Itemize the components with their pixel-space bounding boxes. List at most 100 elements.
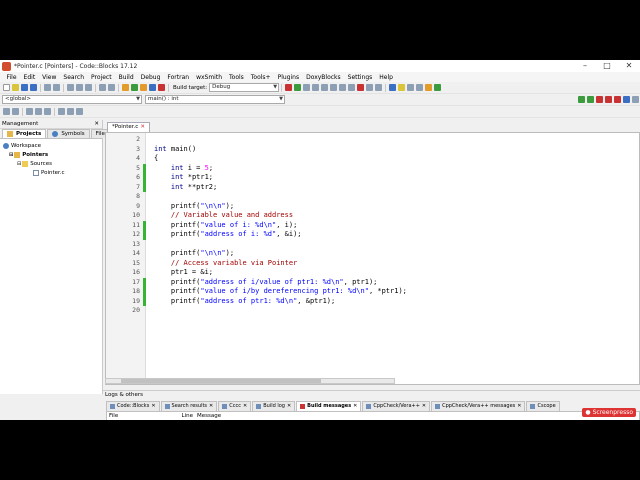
paste-icon[interactable] <box>85 84 92 91</box>
code-line[interactable]: 20 <box>106 306 639 316</box>
debug-continue-icon[interactable] <box>294 84 302 91</box>
bookmark-next-icon[interactable] <box>614 96 621 103</box>
tab-pointer-c[interactable]: *Pointer.c ✕ <box>107 122 150 132</box>
tab-codeblocks-log[interactable]: Code::Blocks ✕ <box>106 401 160 411</box>
menu-project[interactable]: Project <box>88 74 116 81</box>
code-line[interactable]: 14 printf("\n\n"); <box>106 249 639 259</box>
menu-tools[interactable]: Tools <box>226 74 248 81</box>
redo-icon[interactable] <box>53 84 60 91</box>
menu-settings[interactable]: Settings <box>344 74 376 81</box>
tab-cccc[interactable]: Cccc ✕ <box>218 401 252 411</box>
jump-back-icon[interactable] <box>578 96 585 103</box>
doxywizard-icon[interactable] <box>416 84 424 91</box>
menu-debug[interactable]: Debug <box>137 74 164 81</box>
code-line[interactable]: 7 int **ptr2; <box>106 182 639 192</box>
close-tab-icon[interactable]: ✕ <box>151 402 155 411</box>
find-icon[interactable] <box>99 84 106 91</box>
code-line[interactable]: 5 int i = 5; <box>106 163 639 173</box>
highlight-icon[interactable] <box>76 108 83 115</box>
column-line[interactable]: Line <box>171 412 195 420</box>
menu-wxsmith[interactable]: wxSmith <box>193 74 226 81</box>
copy-icon[interactable] <box>76 84 83 91</box>
column-message[interactable]: Message <box>195 412 639 420</box>
box-comment-icon[interactable] <box>67 108 74 115</box>
new-file-icon[interactable] <box>3 84 10 91</box>
close-tab-icon[interactable]: ✕ <box>243 402 247 411</box>
bookmark-prev-icon[interactable] <box>605 96 612 103</box>
code-line[interactable]: 15 // Access variable via Pointer <box>106 259 639 269</box>
replace-icon[interactable] <box>108 84 115 91</box>
run-icon[interactable] <box>131 84 138 91</box>
build-and-run-icon[interactable] <box>140 84 147 91</box>
close-tab-icon[interactable]: ✕ <box>140 123 145 132</box>
tab-projects[interactable]: Projects <box>2 129 47 138</box>
wxsmith-icon[interactable] <box>389 84 397 91</box>
comment-icon[interactable] <box>26 108 33 115</box>
code-line[interactable]: 9 printf("\n\n"); <box>106 202 639 212</box>
tab-cppcheck-messages[interactable]: CppCheck/Vera++ messages ✕ <box>431 401 526 411</box>
menu-doxyblocks[interactable]: DoxyBlocks <box>303 74 345 81</box>
next-line-icon[interactable] <box>312 84 320 91</box>
stream-comment-icon[interactable] <box>58 108 65 115</box>
menu-file[interactable]: File <box>3 74 20 81</box>
menu-tools-plus[interactable]: Tools+ <box>247 74 274 81</box>
regex-icon[interactable] <box>12 108 19 115</box>
tab-symbols[interactable]: Symbols <box>47 129 90 138</box>
doxyblocks-icon[interactable] <box>398 84 406 91</box>
function-select[interactable]: main() : int ▼ <box>145 95 285 104</box>
tab-build-messages[interactable]: Build messages ✕ <box>296 401 362 411</box>
collapse-icon[interactable]: ⊟ <box>17 161 21 167</box>
html-doc-icon[interactable] <box>425 84 433 91</box>
open-folder-icon[interactable] <box>12 84 19 91</box>
save-icon[interactable] <box>21 84 28 91</box>
tree-item-pointer-c[interactable]: Pointer.c <box>0 168 102 177</box>
menu-search[interactable]: Search <box>60 74 88 81</box>
cut-icon[interactable] <box>67 84 74 91</box>
column-file[interactable]: File <box>107 412 171 420</box>
code-line[interactable]: 13 <box>106 240 639 250</box>
tree-item-sources[interactable]: ⊟ Sources <box>0 159 102 168</box>
maximize-button[interactable]: □ <box>596 60 618 72</box>
code-line[interactable]: 11 printf("value of i: %d\n", i); <box>106 220 639 230</box>
tab-build-log[interactable]: Build log ✕ <box>252 401 296 411</box>
tab-cscope[interactable]: Cscope <box>526 401 560 411</box>
chm-doc-icon[interactable] <box>434 84 442 91</box>
stop-debugger-icon[interactable] <box>357 84 365 91</box>
build-target-select[interactable]: Debug ▼ <box>209 83 280 92</box>
code-line[interactable]: 6 int *ptr1; <box>106 173 639 183</box>
minimize-button[interactable]: – <box>574 60 596 72</box>
scrollbar-thumb[interactable] <box>121 379 321 383</box>
uncomment-icon[interactable] <box>35 108 42 115</box>
scope-select[interactable]: <global> ▼ <box>2 95 142 104</box>
close-tab-icon[interactable]: ✕ <box>353 402 357 411</box>
build-gear-icon[interactable] <box>122 84 129 91</box>
tree-item-workspace[interactable]: Workspace <box>0 141 102 150</box>
editor-horizontal-scrollbar[interactable] <box>105 378 395 384</box>
tab-cppcheck[interactable]: CppCheck/Vera++ ✕ <box>362 401 431 411</box>
rebuild-icon[interactable] <box>149 84 156 91</box>
code-line[interactable]: 16 ptr1 = &i; <box>106 268 639 278</box>
debug-icon[interactable] <box>285 84 293 91</box>
menu-edit[interactable]: Edit <box>20 74 39 81</box>
code-line[interactable]: 12 printf("address of i: %d", &i); <box>106 230 639 240</box>
code-completion-icon[interactable] <box>623 96 630 103</box>
close-tab-icon[interactable]: ✕ <box>422 402 426 411</box>
close-tab-icon[interactable]: ✕ <box>209 402 213 411</box>
tree-item-pointers[interactable]: ⊟ Pointers <box>0 150 102 159</box>
menu-build[interactable]: Build <box>115 74 137 81</box>
code-line[interactable]: 2 <box>106 135 639 145</box>
code-line[interactable]: 3 int main() <box>106 145 639 155</box>
run-to-cursor-icon[interactable] <box>303 84 311 91</box>
code-line[interactable]: 8 <box>106 192 639 202</box>
jump-forward-icon[interactable] <box>587 96 594 103</box>
code-line[interactable]: 4{ <box>106 154 639 164</box>
tab-search-results[interactable]: Search results ✕ <box>160 401 218 411</box>
step-into-icon[interactable] <box>321 84 329 91</box>
extract-icon[interactable] <box>407 84 415 91</box>
menu-fortran[interactable]: Fortran <box>164 74 193 81</box>
step-out-icon[interactable] <box>330 84 338 91</box>
menu-plugins[interactable]: Plugins <box>274 74 303 81</box>
menu-view[interactable]: View <box>39 74 60 81</box>
close-button[interactable]: ✕ <box>618 60 640 72</box>
bookmark-toggle-icon[interactable] <box>596 96 603 103</box>
